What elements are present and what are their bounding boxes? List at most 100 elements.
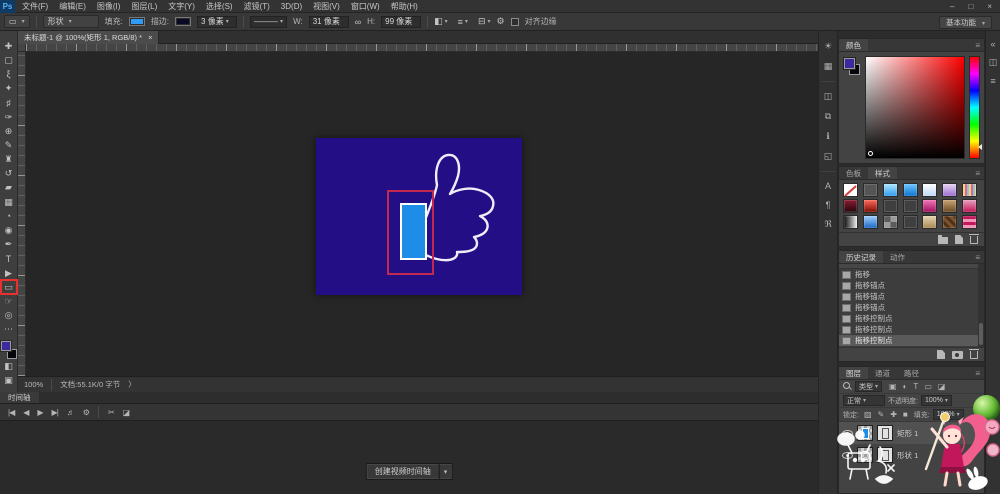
- stroke-style-dropdown[interactable]: ———: [250, 16, 287, 28]
- tab-layers-路径[interactable]: 路径: [897, 367, 926, 379]
- history-state[interactable]: 拖移控制点: [839, 313, 984, 324]
- blend-mode-dropdown[interactable]: 正常: [843, 395, 885, 406]
- tab-history-动作[interactable]: 动作: [883, 251, 912, 263]
- menu-item[interactable]: 图层(L): [131, 1, 157, 12]
- document-tab[interactable]: 未标题-1 @ 100%(矩形 1, RGB/8) * ×: [18, 31, 159, 44]
- panel-menu-icon[interactable]: ≡: [975, 39, 984, 51]
- filter-type-icon[interactable]: T: [913, 382, 918, 391]
- history-scrollbar[interactable]: [978, 264, 984, 347]
- style-swatch[interactable]: [863, 215, 878, 229]
- style-swatch[interactable]: [863, 199, 878, 213]
- navigator-icon[interactable]: ◱: [824, 151, 833, 162]
- close-button[interactable]: ×: [987, 2, 992, 11]
- next-frame-button[interactable]: ▶|: [52, 408, 58, 417]
- style-swatch[interactable]: [883, 215, 898, 229]
- foreground-color-swatch[interactable]: [844, 58, 855, 69]
- history-state[interactable]: 拖移锚点: [839, 302, 984, 313]
- libraries-icon[interactable]: ◫: [824, 91, 833, 102]
- audio-button[interactable]: ♬: [67, 408, 74, 417]
- history-brush-tool[interactable]: ↺: [0, 167, 18, 181]
- quick-mask-button[interactable]: ◧: [0, 359, 18, 373]
- move-tool[interactable]: ✚: [0, 39, 18, 53]
- opacity-dropdown[interactable]: 100%: [921, 395, 952, 406]
- stroke-width-field[interactable]: 3 像素: [197, 16, 237, 28]
- new-style-icon[interactable]: [955, 235, 963, 244]
- panel-menu-icon[interactable]: ≡: [975, 251, 984, 263]
- filter-pixel-icon[interactable]: ▣: [889, 382, 897, 391]
- style-swatch[interactable]: [942, 199, 957, 213]
- style-swatch[interactable]: [903, 183, 918, 197]
- style-swatch[interactable]: [883, 199, 898, 213]
- style-swatch[interactable]: [942, 215, 957, 229]
- path-operations-icon[interactable]: ◧: [434, 16, 448, 27]
- vector-mask-thumbnail[interactable]: [877, 447, 893, 463]
- shape-height-field[interactable]: 99 像素: [381, 16, 421, 28]
- style-swatch[interactable]: [843, 199, 858, 213]
- first-frame-button[interactable]: |◀: [8, 408, 14, 417]
- gear-icon[interactable]: ⚙: [497, 16, 505, 27]
- glyphs-icon[interactable]: ℜ: [824, 219, 831, 230]
- gradient-tool[interactable]: ▦: [0, 195, 18, 209]
- tool-mode-dropdown[interactable]: 形状: [43, 15, 99, 28]
- rectangle-tool[interactable]: ▭: [0, 280, 18, 294]
- visibility-eye-icon[interactable]: [842, 452, 853, 459]
- hue-slider-marker[interactable]: [978, 144, 982, 150]
- clone-stamp-tool[interactable]: ♜: [0, 153, 18, 167]
- align-edges-checkbox[interactable]: [511, 18, 519, 26]
- lock-position-icon[interactable]: ✚: [890, 410, 897, 419]
- hue-slider[interactable]: [969, 56, 980, 159]
- tab-layers-图层[interactable]: 图层: [839, 367, 868, 379]
- adjustments-icon[interactable]: ☀: [824, 41, 832, 52]
- color-picker-marker[interactable]: [868, 151, 873, 156]
- styles-dock-icon[interactable]: ▦: [824, 61, 833, 72]
- style-swatch[interactable]: [922, 183, 937, 197]
- create-video-timeline-button[interactable]: 创建视频时间轴 ▾: [366, 463, 453, 480]
- hand-tool[interactable]: ☞: [0, 294, 18, 308]
- style-swatch[interactable]: [883, 183, 898, 197]
- more-tools[interactable]: ⋯: [0, 323, 18, 337]
- type-tool[interactable]: T: [0, 252, 18, 266]
- history-state[interactable]: 拖移控制点: [839, 335, 984, 346]
- style-swatch[interactable]: [922, 215, 937, 229]
- expand-panels-icon[interactable]: «: [990, 39, 995, 49]
- canvas[interactable]: [316, 138, 522, 295]
- menu-item[interactable]: 选择(S): [206, 1, 233, 12]
- vector-mask-thumbnail[interactable]: [877, 425, 893, 441]
- history-state[interactable]: 拖移锚点: [839, 291, 984, 302]
- layer-row[interactable]: 形状 1: [839, 444, 984, 466]
- foreground-color-swatch[interactable]: [1, 341, 11, 351]
- menu-item[interactable]: 文件(F): [22, 1, 48, 12]
- layer-row[interactable]: 矩形 1: [839, 422, 984, 444]
- scrollbar-thumb[interactable]: [979, 323, 983, 345]
- style-swatch[interactable]: [922, 199, 937, 213]
- paragraph-icon[interactable]: ¶: [826, 200, 831, 210]
- menu-item[interactable]: 图像(I): [97, 1, 121, 12]
- previous-frame-button[interactable]: ◀: [23, 408, 28, 417]
- history-state[interactable]: 拖移控制点: [839, 324, 984, 335]
- panel-menu-icon[interactable]: ≡: [975, 167, 984, 179]
- fill-dropdown[interactable]: 100%: [933, 409, 964, 420]
- new-snapshot-icon[interactable]: [952, 351, 963, 359]
- play-button[interactable]: ▶: [37, 408, 42, 417]
- pen-tool[interactable]: ✒: [0, 238, 18, 252]
- clone-source-icon[interactable]: ⧉: [825, 111, 831, 122]
- menu-item[interactable]: 窗口(W): [351, 1, 380, 12]
- transition-button[interactable]: ◪: [123, 408, 130, 417]
- filter-kind-dropdown[interactable]: 类型: [855, 381, 882, 392]
- history-state[interactable]: 拖移锚点: [839, 280, 984, 291]
- zoom-tool[interactable]: ◎: [0, 309, 18, 323]
- style-swatch[interactable]: [843, 183, 858, 197]
- close-document-icon[interactable]: ×: [148, 33, 152, 42]
- link-dimensions-icon[interactable]: ∞: [355, 17, 361, 27]
- minimize-button[interactable]: –: [950, 2, 954, 11]
- info-icon[interactable]: ℹ: [826, 131, 829, 142]
- panel-menu-icon[interactable]: ≡: [990, 76, 995, 86]
- style-swatch[interactable]: [962, 215, 977, 229]
- quick-selection-tool[interactable]: ✦: [0, 82, 18, 96]
- zoom-level[interactable]: 100%: [24, 380, 43, 389]
- panel-menu-icon[interactable]: ≡: [975, 367, 984, 379]
- layer-thumbnail[interactable]: [857, 447, 873, 463]
- filter-smart-icon[interactable]: ◪: [938, 382, 946, 391]
- eyedropper-tool[interactable]: ✑: [0, 110, 18, 124]
- saturation-brightness-field[interactable]: [865, 56, 965, 159]
